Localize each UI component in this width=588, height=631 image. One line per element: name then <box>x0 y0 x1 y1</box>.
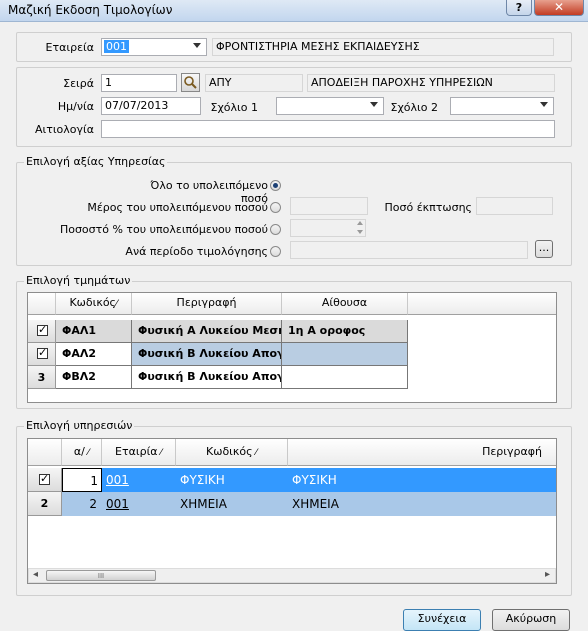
option-all-radio[interactable] <box>270 180 281 191</box>
table-row-desc[interactable]: ΧΗΜΕΙΑ <box>288 492 556 516</box>
option-percent-radio[interactable] <box>270 224 281 235</box>
discount-field <box>476 197 553 215</box>
table-row-room[interactable] <box>282 366 408 389</box>
help-button[interactable]: ? <box>506 0 532 16</box>
column-header-label: Κωδικός <box>206 445 253 458</box>
date-label: Ημ/νία <box>57 100 94 113</box>
table-row-indicator[interactable]: 2 <box>28 492 62 516</box>
table-row-code[interactable]: ΧΗΜΕΙΑ <box>176 492 288 516</box>
sections-header-room[interactable]: Αίθουσα <box>282 293 408 315</box>
table-row-desc[interactable]: ΦΥΣΙΚΗ <box>288 468 556 492</box>
sort-icon: ⁄ <box>116 299 118 309</box>
comment2-label: Σχόλιο 2 <box>390 101 439 114</box>
table-row-code[interactable]: ΦΥΣΙΚΗ <box>176 468 288 492</box>
scroll-right-icon[interactable]: ▸ <box>545 569 550 580</box>
stepper-up-icon <box>357 221 363 225</box>
row-checkbox[interactable] <box>37 323 48 336</box>
period-browse-button[interactable]: ... <box>535 240 553 258</box>
table-row-code[interactable]: ΦΑΛ1 <box>56 320 132 343</box>
reason-input[interactable] <box>101 120 555 138</box>
option-period-radio[interactable] <box>270 246 281 257</box>
series-label: Σειρά <box>63 77 94 90</box>
sections-header-filler <box>408 293 556 315</box>
comment1-select[interactable] <box>276 97 384 115</box>
services-header-num[interactable]: α/ ⁄ <box>62 439 102 466</box>
table-row-indicator[interactable] <box>28 468 62 492</box>
search-icon <box>184 76 197 89</box>
company-code: 001 <box>104 40 129 53</box>
column-header-label: Εταιρία <box>115 445 158 458</box>
sort-icon: ⁄ <box>157 448 162 458</box>
part-amount-field <box>290 197 368 215</box>
chevron-down-icon <box>370 102 378 107</box>
comment1-label: Σχόλιο 1 <box>210 101 259 114</box>
services-grid: α/ ⁄ Εταιρία ⁄ Κωδικός ⁄ Περιγραφή 1 001… <box>27 438 557 584</box>
option-part-radio[interactable] <box>270 202 281 213</box>
scroll-thumb[interactable]: III <box>46 570 156 581</box>
table-row-desc[interactable]: Φυσική Β Λυκείου Απογε... <box>132 366 282 389</box>
table-row-num[interactable]: 2 <box>62 492 102 516</box>
scroll-left-icon[interactable]: ◂ <box>33 569 38 580</box>
discount-label: Ποσό έκπτωσης <box>384 201 472 214</box>
series-input[interactable]: 1 <box>101 74 177 92</box>
table-row-code[interactable]: ΦΑΛ2 <box>56 343 132 366</box>
table-row-room[interactable]: 1η Α οροφος <box>282 320 408 343</box>
close-button[interactable]: ✕ <box>534 0 584 16</box>
sections-grid: Κωδικός⁄ Περιγραφή Αίθουσα ΦΑΛ1 Φυσική Α… <box>27 292 557 403</box>
service-value-legend: Επιλογή αξίας Υπηρεσίας <box>24 155 168 168</box>
cancel-button[interactable]: Ακύρωση <box>492 609 570 631</box>
horizontal-scrollbar[interactable]: ◂ III ▸ <box>28 568 556 583</box>
comment2-select[interactable] <box>450 97 554 115</box>
chevron-down-icon <box>193 43 201 48</box>
reason-label: Αιτιολογία <box>34 123 94 136</box>
column-header-label: Κωδικός <box>69 296 117 309</box>
table-row-desc[interactable]: Φυσική Β Λυκείου Απογε... <box>132 343 282 366</box>
period-field <box>290 241 528 259</box>
column-header-label: α/ <box>73 445 85 458</box>
sections-header-code[interactable]: Κωδικός⁄ <box>56 293 132 315</box>
company-label: Εταιρεία <box>45 41 94 54</box>
sections-legend: Επιλογή τμημάτων <box>24 274 133 287</box>
services-header-indicator <box>28 439 62 466</box>
row-checkbox[interactable] <box>37 346 48 359</box>
sort-icon: ⁄ <box>252 448 257 458</box>
table-row-desc[interactable]: Φυσική Α Λυκείου Μεσημ... <box>132 320 282 343</box>
window-title: Μαζική Εκδοση Τιμολογίων <box>8 3 173 17</box>
services-legend: Επιλογή υπηρεσιών <box>24 419 135 432</box>
chevron-down-icon <box>540 102 548 107</box>
stepper-down-icon <box>357 230 363 234</box>
services-header-company[interactable]: Εταιρία ⁄ <box>102 439 176 466</box>
table-row-company[interactable]: 001 <box>102 492 176 516</box>
services-header-code[interactable]: Κωδικός ⁄ <box>176 439 288 466</box>
company-name: ΦΡΟΝΤΙΣΤΗΡΙΑ ΜΕΣΗΣ ΕΚΠΑΙΔΕΥΣΗΣ <box>212 38 554 56</box>
table-row-company[interactable]: 001 <box>102 468 176 492</box>
table-row-num[interactable]: 1 <box>62 468 102 492</box>
sort-icon: ⁄ <box>84 448 90 458</box>
option-period-label: Ανά περίοδο τιμολόγησης <box>125 245 268 258</box>
series-code: ΑΠΥ <box>205 74 303 92</box>
table-row-indicator[interactable]: 3 <box>28 366 56 389</box>
row-checkbox[interactable] <box>39 472 50 485</box>
company-select[interactable]: 001 <box>101 38 207 56</box>
percent-stepper <box>290 219 366 237</box>
sections-header-indicator <box>28 293 56 315</box>
continue-button[interactable]: Συνέχεια <box>403 609 481 631</box>
search-button[interactable] <box>181 73 200 92</box>
table-row-code[interactable]: ΦΒΛ2 <box>56 366 132 389</box>
table-row-indicator[interactable] <box>28 343 56 366</box>
option-percent-label: Ποσοστό % του υπολειπόμενου ποσού <box>59 223 268 236</box>
table-row-indicator[interactable] <box>28 320 56 343</box>
sections-header-desc[interactable]: Περιγραφή <box>132 293 282 315</box>
services-header-desc[interactable]: Περιγραφή <box>288 439 556 466</box>
table-row-room[interactable] <box>282 343 408 366</box>
option-part-label: Μέρος του υπολειπόμενου ποσού <box>87 201 268 214</box>
date-input[interactable]: 07/07/2013 <box>101 97 201 115</box>
series-name: ΑΠΟΔΕΙΞΗ ΠΑΡΟΧΗΣ ΥΠΗΡΕΣΙΩΝ <box>307 74 555 92</box>
